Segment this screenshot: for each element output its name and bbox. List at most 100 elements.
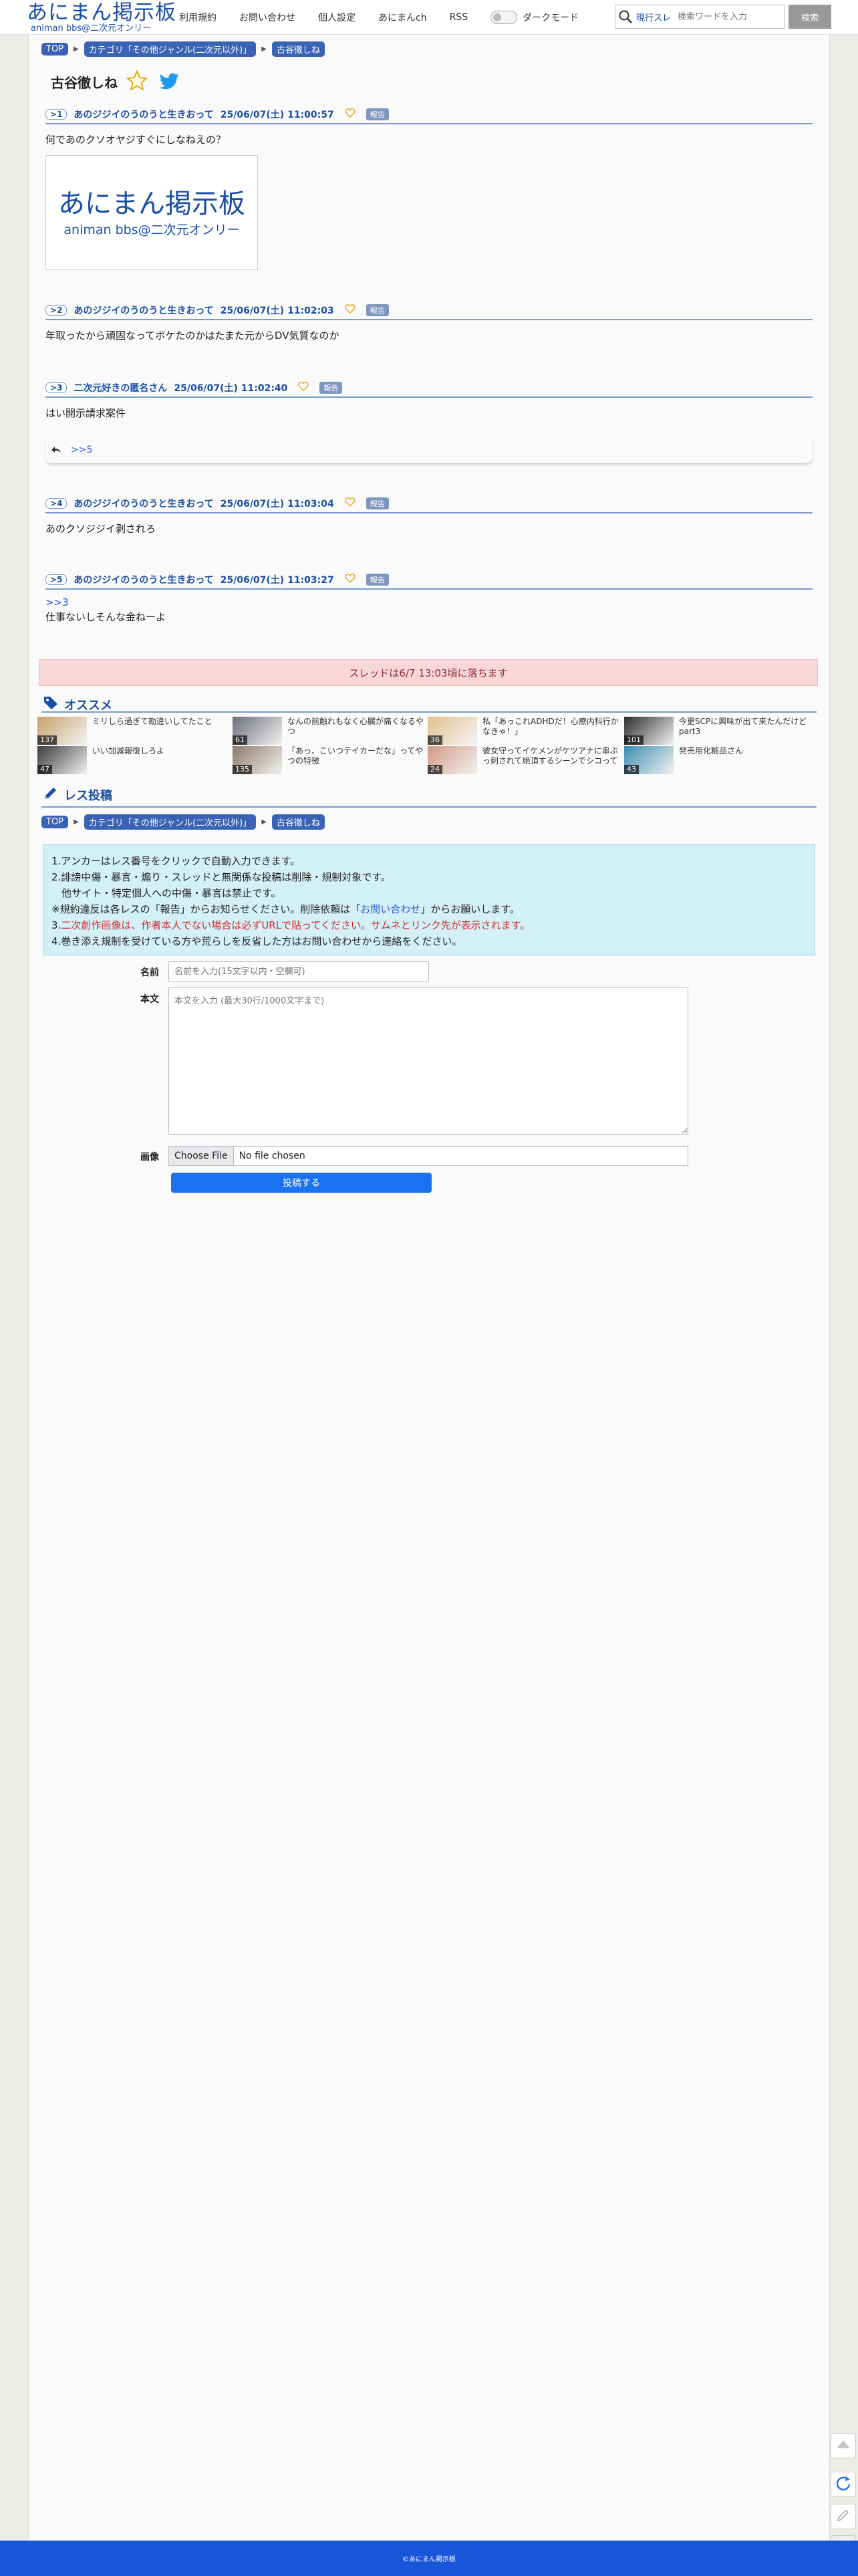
breadcrumb-category[interactable]: カテゴリ「その他ジャンル(二次元以外)」 [84, 41, 257, 57]
post-anchor-link[interactable]: >>3 [45, 595, 813, 610]
post-body: はい開示請求案件 [45, 407, 126, 419]
post-number[interactable]: >5 [45, 574, 67, 585]
breadcrumb-thread[interactable]: 古谷徹しね [271, 814, 325, 830]
breadcrumb-top[interactable]: TOP [41, 816, 69, 828]
report-button[interactable]: 報告 [366, 574, 389, 586]
breadcrumb-category[interactable]: カテゴリ「その他ジャンル(二次元以外)」 [84, 814, 257, 830]
post-number[interactable]: >4 [45, 498, 67, 509]
choose-file-button[interactable]: Choose File [169, 1147, 234, 1165]
recommend-title-text: なんの前触れもなく心臓が痛くなるやつ [287, 717, 424, 736]
reload-button[interactable] [831, 2472, 856, 2497]
image-file-input[interactable]: Choose File No file chosen [168, 1146, 688, 1166]
post-number[interactable]: >3 [45, 382, 67, 393]
image-logo-main: あにまん掲示板 [58, 188, 245, 219]
post-number-value: 5 [57, 575, 63, 584]
site-logo[interactable]: あにまん掲示板 animan bbs@二次元オンリー [27, 1, 176, 33]
post-2: >2 あのジジイのうのうと生きおって 25/06/07(土) 11:02:03 … [45, 304, 813, 343]
scroll-top-button[interactable] [831, 2433, 856, 2458]
heart-icon[interactable] [345, 497, 355, 509]
recommend-item[interactable]: 43 発売用化粧品さん [624, 746, 818, 774]
name-input[interactable] [168, 961, 429, 981]
rule-note-end: 」からお願いします。 [420, 903, 520, 915]
favorite-star-icon[interactable] [126, 70, 148, 95]
search-box: 現行スレ [615, 5, 785, 29]
twitter-share-icon[interactable] [158, 70, 180, 95]
write-button[interactable] [831, 2504, 856, 2529]
rule-3: 3.二次創作画像は、作者本人でない場合は必ずURLで貼ってください。サムネとリン… [51, 917, 807, 933]
post-number-value: 3 [57, 383, 63, 392]
recommend-title-text: ミリしら過ぎて勘違いしてたこと [92, 717, 212, 726]
post-image[interactable]: あにまん掲示板 animan bbs@二次元オンリー [45, 155, 258, 270]
contact-link[interactable]: お問い合わせ [360, 903, 420, 915]
post-number-value: 1 [57, 110, 63, 119]
nav-settings[interactable]: 個人設定 [318, 11, 355, 24]
post-header: >4 あのジジイのうのうと生きおって 25/06/07(土) 11:03:04 … [45, 497, 813, 513]
report-button[interactable]: 報告 [366, 304, 389, 316]
body-textarea[interactable] [168, 987, 688, 1135]
heart-icon[interactable] [345, 574, 355, 586]
post-author: あのジジイのうのうと生きおって [74, 575, 214, 586]
post-form-title: レス投稿 [64, 788, 112, 803]
recommend-thumbnail: 61 [233, 717, 282, 745]
nav-contact[interactable]: お問い合わせ [239, 11, 295, 24]
post-body: 何であのクソオヤジすぐにしなねえの？ [45, 134, 226, 146]
breadcrumb-top[interactable]: TOP [41, 43, 69, 55]
pencil-icon [43, 785, 59, 804]
submit-button[interactable]: 投稿する [171, 1173, 432, 1193]
left-margin [0, 0, 28, 2576]
reply-count-badge: 137 [37, 735, 57, 745]
post-number[interactable]: >2 [45, 305, 67, 316]
rule-2-sub: 他サイト・特定個人への中傷・暴言は禁止です。 [51, 887, 281, 899]
reply-count-badge: 24 [428, 765, 442, 774]
post-number[interactable]: >1 [45, 109, 67, 120]
posting-rules: 1.アンカーはレス番号をクリックで自動入力できます。 2.誹謗中傷・暴言・煽り・… [43, 844, 815, 955]
search-button[interactable]: 検索 [789, 5, 831, 29]
nav-animanch[interactable]: あにまんch [378, 11, 427, 24]
dark-mode-control[interactable]: ダークモード [490, 11, 579, 24]
breadcrumb-separator: ▶ [261, 818, 267, 826]
rule-1: 1.アンカーはレス番号をクリックで自動入力できます。 [51, 855, 301, 867]
footer-copyright: ©あにまん掲示板 [402, 2556, 456, 2563]
recommend-item[interactable]: 61 なんの前触れもなく心臓が痛くなるやつ [233, 717, 426, 745]
reply-count-badge: 36 [428, 735, 442, 745]
recommend-item[interactable]: 47 いい加減報復しろよ [37, 746, 231, 774]
search-input[interactable] [678, 11, 784, 22]
recommend-item[interactable]: 137 ミリしら過ぎて勘違いしてたこと [37, 717, 231, 745]
reply-anchor-link[interactable]: >>5 [71, 445, 92, 455]
recommend-thumbnail: 24 [428, 746, 477, 774]
rule-note: ※規約違反は各レスの「報告」からお知らせください。削除依頼は「お問い合わせ」から… [51, 901, 807, 917]
nav-terms[interactable]: 利用規約 [179, 11, 217, 24]
logo-sub-text: animan bbs@二次元オンリー [31, 23, 152, 33]
recommend-thumbnail: 47 [37, 746, 87, 774]
image-logo-sub: animan bbs@二次元オンリー [63, 222, 240, 237]
recommend-item[interactable]: 36 私「あっこれADHDだ！心療内科行かなきゃ！」 [428, 717, 621, 745]
post-body: あのクソジジイ剥されろ [45, 523, 156, 535]
report-button[interactable]: 報告 [319, 382, 343, 394]
heart-icon[interactable] [345, 108, 355, 120]
reply-arrow-icon [51, 444, 61, 456]
dark-mode-toggle[interactable] [490, 11, 518, 24]
heart-icon[interactable] [345, 304, 355, 316]
nav-rss[interactable]: RSS [450, 12, 468, 23]
post-number-value: 4 [57, 499, 63, 508]
reply-count-badge: 135 [233, 765, 252, 774]
triangle-up-icon [836, 2440, 851, 2452]
heart-icon[interactable] [298, 382, 309, 394]
dark-mode-label: ダークモード [523, 13, 579, 23]
recommend-item[interactable]: 101 今更SCPに興味が出て来たんだけどpart3 [624, 717, 818, 745]
rule-3-text: 二次創作画像は、作者本人でない場合は必ずURLで貼ってください。サムネとリンク先… [61, 919, 531, 931]
breadcrumb-thread[interactable]: 古谷徹しね [271, 41, 325, 57]
report-button[interactable]: 報告 [366, 497, 389, 509]
post-4: >4 あのジジイのうのうと生きおって 25/06/07(土) 11:03:04 … [45, 497, 813, 536]
recommend-thumbnail: 137 [37, 717, 87, 745]
recommend-item[interactable]: 24 彼女守ってイケメンがケツアナに串ぶっ刺されて絶頂するシーンでシコってる [428, 746, 621, 774]
reply-count-badge: 47 [37, 765, 52, 774]
report-button[interactable]: 報告 [366, 108, 389, 120]
post-number-value: 2 [57, 306, 63, 315]
breadcrumb-separator: ▶ [74, 818, 79, 826]
pencil-icon [836, 2508, 851, 2525]
recommend-item[interactable]: 135 「あっ、こいつテイカーだな」ってやつの特徴 [233, 746, 426, 774]
search-scope[interactable]: 現行スレ [636, 11, 678, 23]
site-footer: ©あにまん掲示板 [0, 2541, 858, 2576]
right-margin [830, 0, 858, 2576]
